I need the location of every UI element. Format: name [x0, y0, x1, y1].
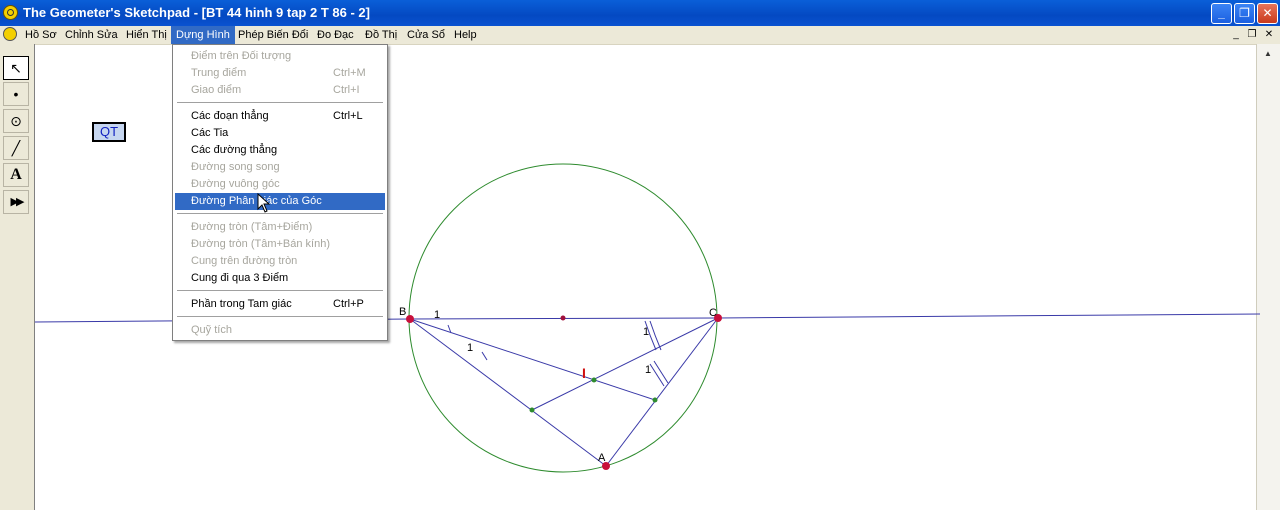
qt-action-label: QT: [94, 124, 124, 140]
point-b[interactable]: [406, 315, 414, 323]
menuitem-shortcut: Ctrl+I: [333, 84, 360, 96]
menu-separator: [177, 290, 383, 292]
menuitem-quy-tich[interactable]: Quỹ tích: [175, 322, 385, 339]
menuitem-label: Quỹ tích: [191, 324, 232, 336]
dung-hinh-dropdown: Điểm trên Đối tượng Trung điểm Ctrl+M Gi…: [172, 44, 388, 341]
menuitem-duong-song-song[interactable]: Đường song song: [175, 159, 385, 176]
angle-arc-c3: [653, 360, 669, 384]
menu-separator: [177, 316, 383, 318]
menuitem-phan-trong-tam-giac[interactable]: Phần trong Tam giác Ctrl+P: [175, 296, 385, 313]
menuitem-shortcut: Ctrl+M: [333, 67, 366, 79]
menuitem-diem-tren-doi-tuong[interactable]: Điểm trên Đối tượng: [175, 48, 385, 65]
menuitem-label: Đường tròn (Tâm+Bán kính): [191, 238, 330, 250]
bisector-from-c[interactable]: [531, 317, 719, 411]
menuitem-shortcut: Ctrl+P: [333, 298, 364, 310]
menuitem-label: Các đoạn thẳng: [191, 110, 269, 122]
menuitem-trung-diem[interactable]: Trung điểm Ctrl+M: [175, 65, 385, 82]
line-bc-right-extension[interactable]: [717, 313, 1261, 319]
label-angle-b1[interactable]: 1: [434, 309, 440, 321]
label-angle-c1[interactable]: 1: [643, 326, 649, 338]
menuitem-label: Đường tròn (Tâm+Điểm): [191, 221, 313, 233]
menuitem-cung-tren-duong-tron[interactable]: Cung trên đường tròn: [175, 253, 385, 270]
label-angle-c2[interactable]: 1: [645, 364, 651, 376]
menuitem-label: Cung đi qua 3 Điểm: [191, 272, 289, 284]
qt-action-button[interactable]: QT: [92, 122, 126, 142]
menu-separator: [177, 213, 383, 215]
menu-separator: [177, 102, 383, 104]
menuitem-label: Giao điểm: [191, 84, 242, 96]
menuitem-duong-tron-tam-diem[interactable]: Đường tròn (Tâm+Điểm): [175, 219, 385, 236]
menuitem-label: Điểm trên Đối tượng: [191, 50, 292, 62]
point-bisector-foot-c[interactable]: [529, 407, 535, 413]
menuitem-shortcut: Ctrl+L: [333, 110, 363, 122]
label-a[interactable]: A: [598, 452, 606, 464]
label-i[interactable]: I: [582, 365, 586, 381]
menuitem-cung-di-qua-3-diem[interactable]: Cung đi qua 3 Điểm: [175, 270, 385, 287]
label-angle-b2[interactable]: 1: [467, 342, 473, 354]
menuitem-giao-diem[interactable]: Giao điểm Ctrl+I: [175, 82, 385, 99]
menuitem-cac-tia[interactable]: Các Tia: [175, 125, 385, 142]
menuitem-cac-doan-thang[interactable]: Các đoạn thẳng Ctrl+L: [175, 108, 385, 125]
menuitem-label: Đường vuông góc: [191, 178, 280, 190]
menuitem-label: Các Tia: [191, 127, 229, 139]
menuitem-duong-phan-giac-cua-goc[interactable]: Đường Phân giác của Góc: [175, 193, 385, 210]
label-c[interactable]: C: [709, 307, 717, 319]
menuitem-label: Cung trên đường tròn: [191, 255, 298, 267]
menuitem-label: Đường song song: [191, 161, 280, 173]
segment-ba[interactable]: [409, 318, 607, 467]
segment-ca[interactable]: [605, 317, 719, 467]
menuitem-label: Các đường thẳng: [191, 144, 278, 156]
point-bisector-foot-b[interactable]: [652, 397, 658, 403]
angle-arc-c2: [649, 320, 662, 351]
menuitem-label: Phần trong Tam giác: [191, 298, 292, 310]
label-b[interactable]: B: [399, 306, 406, 318]
menuitem-duong-tron-tam-ban-kinh[interactable]: Đường tròn (Tâm+Bán kính): [175, 236, 385, 253]
mouse-cursor-icon: [257, 193, 271, 213]
menuitem-cac-duong-thang[interactable]: Các đường thẳng: [175, 142, 385, 159]
bisector-from-b[interactable]: [409, 318, 656, 401]
menuitem-duong-vuong-goc[interactable]: Đường vuông góc: [175, 176, 385, 193]
angle-tick-b2: [481, 351, 488, 361]
point-i[interactable]: [591, 377, 597, 383]
point-center[interactable]: [560, 315, 566, 321]
angle-arc-c4: [649, 363, 665, 387]
menuitem-label: Trung điểm: [191, 67, 247, 79]
